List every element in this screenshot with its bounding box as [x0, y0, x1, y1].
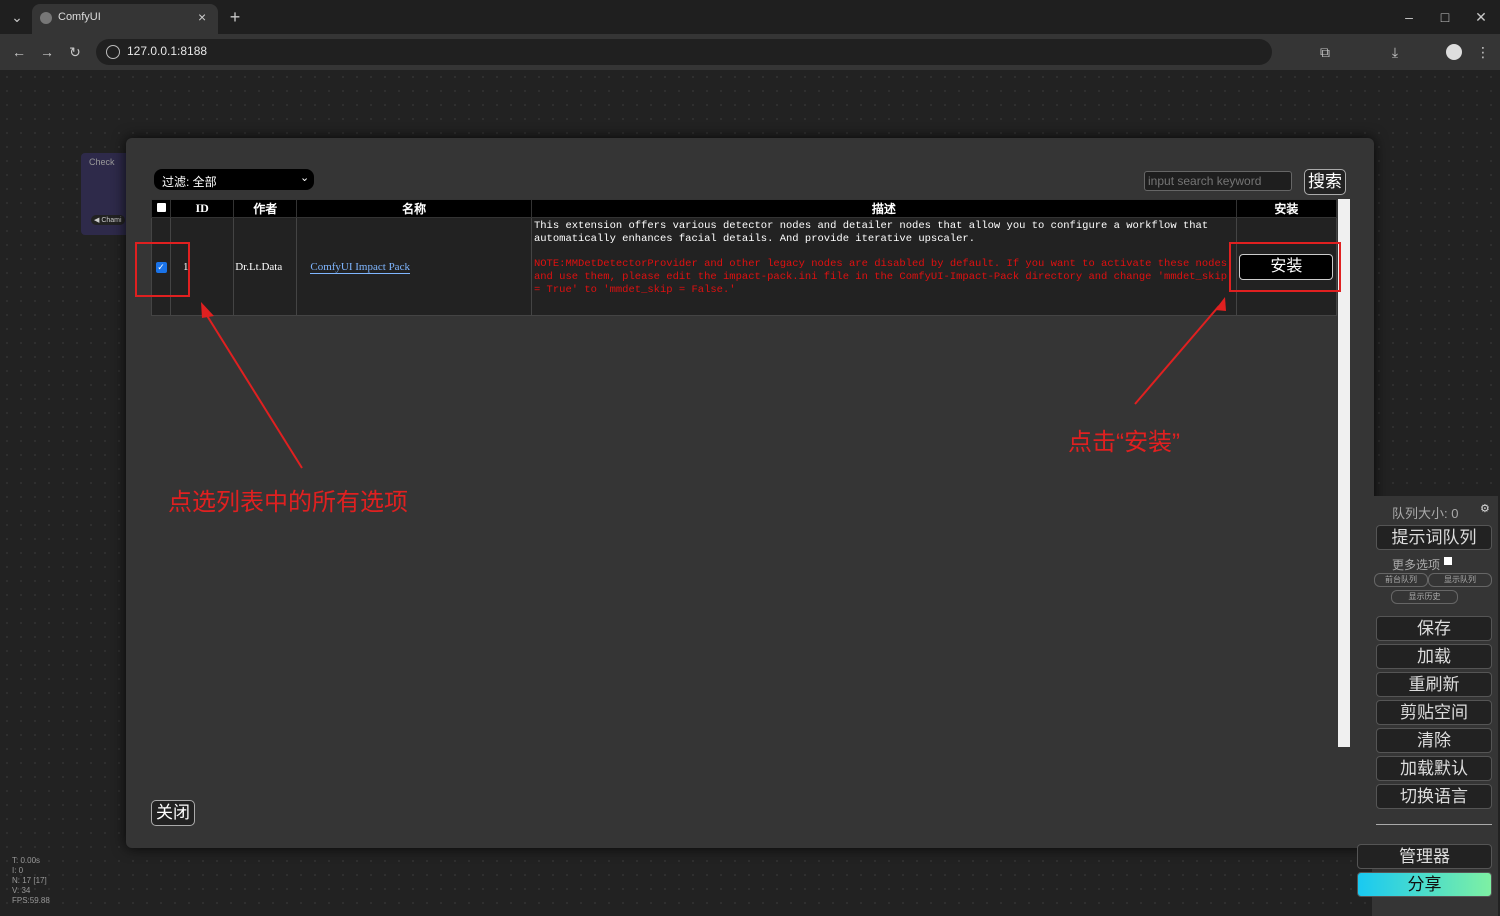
stat-nodes: N: 17 [17]: [12, 876, 47, 885]
share-button[interactable]: 分享: [1357, 872, 1492, 897]
save-button[interactable]: 保存: [1376, 616, 1492, 641]
load-button[interactable]: 加载: [1376, 644, 1492, 669]
refresh-button[interactable]: 重刷新: [1376, 672, 1492, 697]
arrow-line-left: [205, 313, 303, 469]
clear-button[interactable]: 清除: [1376, 728, 1492, 753]
view-queue-button[interactable]: 显示队列: [1428, 573, 1492, 587]
arrow-head-left: [201, 302, 214, 318]
load-default-button[interactable]: 加载默认: [1376, 756, 1492, 781]
front-queue-button[interactable]: 前台队列: [1374, 573, 1428, 587]
render-stats: T: 0.00s I: 0 N: 17 [17] V: 34 FPS:59.88: [12, 856, 50, 906]
switch-language-button[interactable]: 切换语言: [1376, 784, 1492, 809]
clipspace-button[interactable]: 剪贴空间: [1376, 700, 1492, 725]
manager-button[interactable]: 管理器: [1357, 844, 1492, 869]
stat-i: I: 0: [12, 866, 24, 875]
arrow-head-right: [1215, 297, 1226, 311]
view-history-button[interactable]: 显示历史: [1391, 590, 1458, 604]
gear-icon[interactable]: ⚙: [1480, 502, 1490, 515]
arrow-line-right: [1134, 305, 1220, 405]
stat-fps: FPS:59.88: [12, 896, 50, 905]
side-panel-divider: [1376, 824, 1492, 825]
annotation-select-all: 点选列表中的所有选项: [168, 489, 408, 516]
queue-prompt-button[interactable]: 提示词队列: [1376, 525, 1492, 550]
queue-size: 队列大小: 0: [1392, 506, 1459, 521]
annotation-arrows: [201, 297, 1226, 469]
more-options-checkbox[interactable]: [1444, 557, 1452, 565]
stat-time: T: 0.00s: [12, 856, 41, 865]
annotation-click-install: 点击“安装”: [1068, 429, 1180, 456]
stat-v: V: 34: [12, 886, 31, 895]
more-options-label: 更多选项: [1392, 558, 1441, 572]
